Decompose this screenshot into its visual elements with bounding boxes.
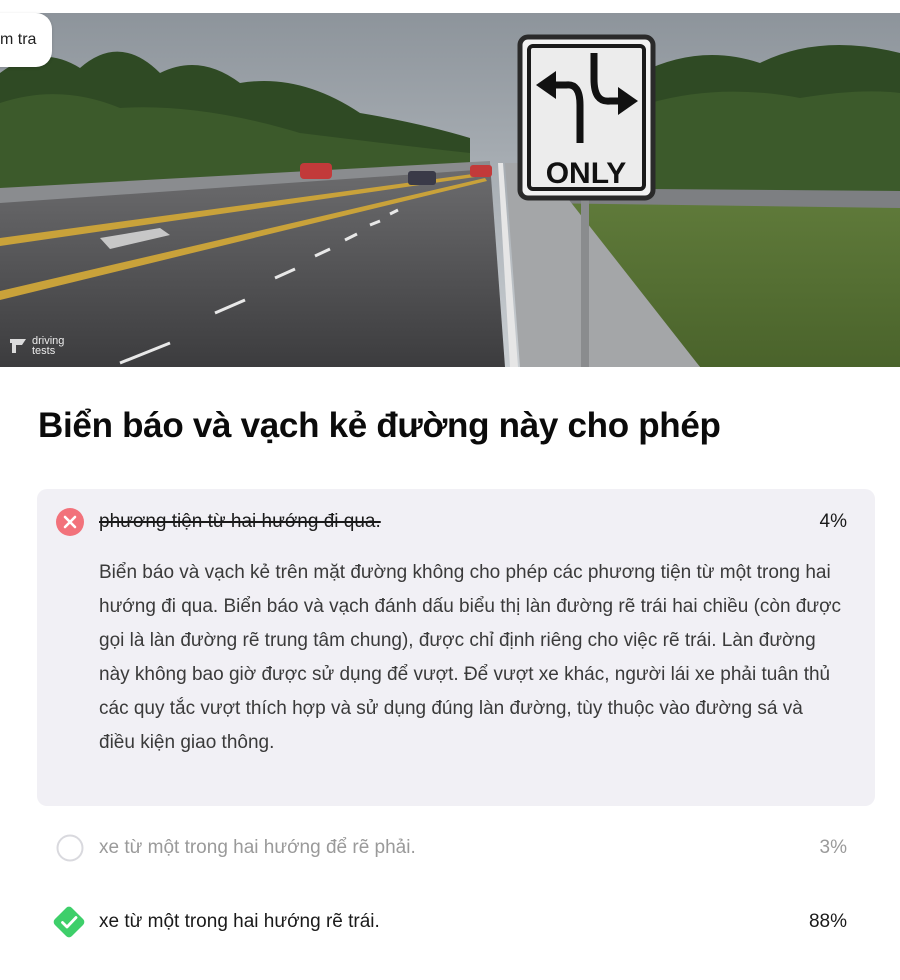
answer-option-2-text: xe từ một trong hai hướng để rẽ phải. <box>99 837 416 858</box>
watermark-line2: tests <box>32 345 56 357</box>
drivingtests-logo-icon <box>10 339 26 353</box>
empty-circle-icon <box>56 834 84 862</box>
check-tab[interactable]: m tra <box>0 13 52 67</box>
check-diamond-icon <box>53 906 85 938</box>
answer-option-1[interactable]: phương tiện từ hai hướng đi qua. 4% Biển… <box>37 489 875 806</box>
answer-option-1-text: phương tiện từ hai hướng đi qua. <box>99 511 381 532</box>
answer-explanation: Biển báo và vạch kẻ trên mặt đường không… <box>99 562 842 753</box>
answer-option-2-percent: 3% <box>819 837 847 858</box>
answer-option-2[interactable]: xe từ một trong hai hướng để rẽ phải. 3% <box>37 818 875 878</box>
answer-option-3[interactable]: xe từ một trong hai hướng rẽ trái. 88% <box>37 890 875 954</box>
question-title: Biển báo và vạch kẻ đường này cho phép <box>38 406 721 445</box>
x-circle-icon <box>56 508 84 536</box>
answer-option-3-text: xe từ một trong hai hướng rẽ trái. <box>99 911 380 932</box>
answer-option-1-row[interactable]: phương tiện từ hai hướng đi qua. 4% <box>37 489 875 553</box>
sign-text: ONLY <box>546 157 627 190</box>
check-tab-label: m tra <box>0 31 37 48</box>
answer-option-1-percent: 4% <box>819 511 847 532</box>
watermark-logo: driving tests <box>8 336 64 357</box>
answer-option-3-percent: 88% <box>808 911 847 932</box>
question-image: ONLY <box>0 13 900 367</box>
